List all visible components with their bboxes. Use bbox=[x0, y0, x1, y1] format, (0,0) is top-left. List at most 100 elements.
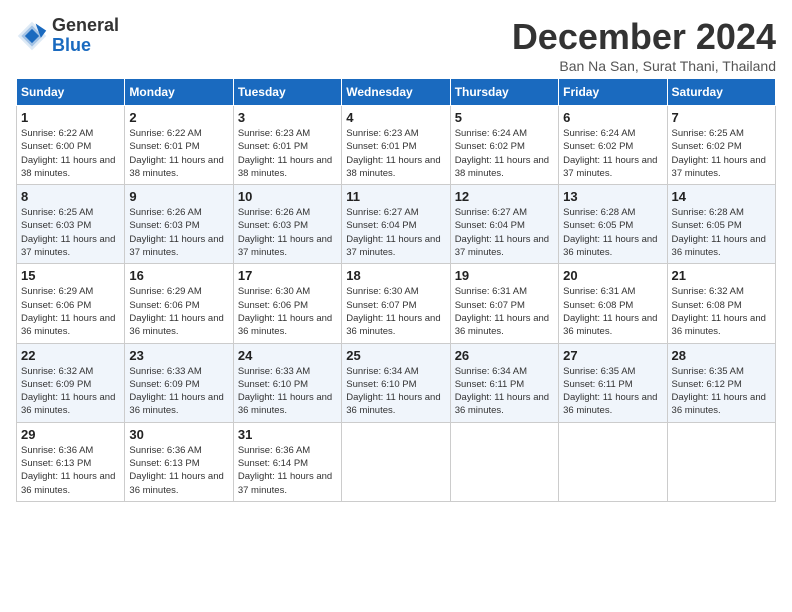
day-info: Sunrise: 6:36 AM Sunset: 6:13 PM Dayligh… bbox=[129, 444, 228, 497]
day-number: 18 bbox=[346, 268, 445, 283]
day-number: 1 bbox=[21, 110, 120, 125]
day-number: 27 bbox=[563, 348, 662, 363]
day-info: Sunrise: 6:22 AM Sunset: 6:00 PM Dayligh… bbox=[21, 127, 120, 180]
empty-cell bbox=[667, 422, 775, 501]
day-cell-24: 24 Sunrise: 6:33 AM Sunset: 6:10 PM Dayli… bbox=[233, 343, 341, 422]
logo-icon bbox=[16, 20, 48, 52]
calendar-week-row: 8 Sunrise: 6:25 AM Sunset: 6:03 PM Daylig… bbox=[17, 185, 776, 264]
day-info: Sunrise: 6:32 AM Sunset: 6:08 PM Dayligh… bbox=[672, 285, 771, 338]
month-title: December 2024 bbox=[512, 16, 776, 58]
day-info: Sunrise: 6:34 AM Sunset: 6:11 PM Dayligh… bbox=[455, 365, 554, 418]
day-info: Sunrise: 6:29 AM Sunset: 6:06 PM Dayligh… bbox=[21, 285, 120, 338]
col-friday: Friday bbox=[559, 79, 667, 106]
day-info: Sunrise: 6:26 AM Sunset: 6:03 PM Dayligh… bbox=[238, 206, 337, 259]
day-number: 23 bbox=[129, 348, 228, 363]
day-cell-13: 13Sunrise: 6:28 AM Sunset: 6:05 PM Dayli… bbox=[559, 185, 667, 264]
day-number: 17 bbox=[238, 268, 337, 283]
day-info: Sunrise: 6:36 AM Sunset: 6:14 PM Dayligh… bbox=[238, 444, 337, 497]
day-number: 7 bbox=[672, 110, 771, 125]
day-cell-1: 1 Sunrise: 6:22 AM Sunset: 6:00 PM Daylig… bbox=[17, 106, 125, 185]
calendar-week-row: 29 Sunrise: 6:36 AM Sunset: 6:13 PM Dayli… bbox=[17, 422, 776, 501]
day-info: Sunrise: 6:30 AM Sunset: 6:07 PM Dayligh… bbox=[346, 285, 445, 338]
day-info: Sunrise: 6:33 AM Sunset: 6:10 PM Dayligh… bbox=[238, 365, 337, 418]
day-cell-15: 15 Sunrise: 6:29 AM Sunset: 6:06 PM Dayli… bbox=[17, 264, 125, 343]
day-cell-10: 10 Sunrise: 6:26 AM Sunset: 6:03 PM Dayli… bbox=[233, 185, 341, 264]
day-info: Sunrise: 6:28 AM Sunset: 6:05 PM Dayligh… bbox=[672, 206, 771, 259]
day-info: Sunrise: 6:30 AM Sunset: 6:06 PM Dayligh… bbox=[238, 285, 337, 338]
day-cell-2: 2 Sunrise: 6:22 AM Sunset: 6:01 PM Daylig… bbox=[125, 106, 233, 185]
day-info: Sunrise: 6:24 AM Sunset: 6:02 PM Dayligh… bbox=[563, 127, 662, 180]
day-info: Sunrise: 6:29 AM Sunset: 6:06 PM Dayligh… bbox=[129, 285, 228, 338]
day-number: 16 bbox=[129, 268, 228, 283]
day-number: 11 bbox=[346, 189, 445, 204]
day-cell-21: 21 Sunrise: 6:32 AM Sunset: 6:08 PM Dayli… bbox=[667, 264, 775, 343]
page-header: General Blue December 2024 Ban Na San, S… bbox=[16, 16, 776, 74]
day-number: 12 bbox=[455, 189, 554, 204]
day-number: 15 bbox=[21, 268, 120, 283]
day-info: Sunrise: 6:32 AM Sunset: 6:09 PM Dayligh… bbox=[21, 365, 120, 418]
day-info: Sunrise: 6:23 AM Sunset: 6:01 PM Dayligh… bbox=[238, 127, 337, 180]
calendar-header-row: Sunday Monday Tuesday Wednesday Thursday… bbox=[17, 79, 776, 106]
day-info: Sunrise: 6:35 AM Sunset: 6:11 PM Dayligh… bbox=[563, 365, 662, 418]
day-info: Sunrise: 6:24 AM Sunset: 6:02 PM Dayligh… bbox=[455, 127, 554, 180]
day-cell-30: 30 Sunrise: 6:36 AM Sunset: 6:13 PM Dayli… bbox=[125, 422, 233, 501]
day-number: 29 bbox=[21, 427, 120, 442]
col-sunday: Sunday bbox=[17, 79, 125, 106]
day-info: Sunrise: 6:31 AM Sunset: 6:08 PM Dayligh… bbox=[563, 285, 662, 338]
day-cell-4: 4 Sunrise: 6:23 AM Sunset: 6:01 PM Daylig… bbox=[342, 106, 450, 185]
empty-cell bbox=[450, 422, 558, 501]
day-cell-9: 9Sunrise: 6:26 AM Sunset: 6:03 PM Daylig… bbox=[125, 185, 233, 264]
day-cell-25: 25Sunrise: 6:34 AM Sunset: 6:10 PM Dayli… bbox=[342, 343, 450, 422]
day-info: Sunrise: 6:25 AM Sunset: 6:02 PM Dayligh… bbox=[672, 127, 771, 180]
day-cell-17: 17 Sunrise: 6:30 AM Sunset: 6:06 PM Dayli… bbox=[233, 264, 341, 343]
day-info: Sunrise: 6:34 AM Sunset: 6:10 PM Dayligh… bbox=[346, 365, 445, 418]
day-number: 28 bbox=[672, 348, 771, 363]
calendar-week-row: 15 Sunrise: 6:29 AM Sunset: 6:06 PM Dayli… bbox=[17, 264, 776, 343]
day-cell-28: 28 Sunrise: 6:35 AM Sunset: 6:12 PM Dayli… bbox=[667, 343, 775, 422]
col-wednesday: Wednesday bbox=[342, 79, 450, 106]
day-number: 21 bbox=[672, 268, 771, 283]
day-cell-19: 19Sunrise: 6:31 AM Sunset: 6:07 PM Dayli… bbox=[450, 264, 558, 343]
day-number: 19 bbox=[455, 268, 554, 283]
day-number: 20 bbox=[563, 268, 662, 283]
day-number: 10 bbox=[238, 189, 337, 204]
day-number: 24 bbox=[238, 348, 337, 363]
col-thursday: Thursday bbox=[450, 79, 558, 106]
day-info: Sunrise: 6:25 AM Sunset: 6:03 PM Dayligh… bbox=[21, 206, 120, 259]
day-number: 3 bbox=[238, 110, 337, 125]
col-monday: Monday bbox=[125, 79, 233, 106]
day-info: Sunrise: 6:23 AM Sunset: 6:01 PM Dayligh… bbox=[346, 127, 445, 180]
day-cell-27: 27 Sunrise: 6:35 AM Sunset: 6:11 PM Dayli… bbox=[559, 343, 667, 422]
day-number: 13 bbox=[563, 189, 662, 204]
day-info: Sunrise: 6:35 AM Sunset: 6:12 PM Dayligh… bbox=[672, 365, 771, 418]
day-number: 4 bbox=[346, 110, 445, 125]
day-cell-6: 6Sunrise: 6:24 AM Sunset: 6:02 PM Daylig… bbox=[559, 106, 667, 185]
title-block: December 2024 Ban Na San, Surat Thani, T… bbox=[512, 16, 776, 74]
day-cell-11: 11 Sunrise: 6:27 AM Sunset: 6:04 PM Dayli… bbox=[342, 185, 450, 264]
day-number: 2 bbox=[129, 110, 228, 125]
day-info: Sunrise: 6:36 AM Sunset: 6:13 PM Dayligh… bbox=[21, 444, 120, 497]
day-info: Sunrise: 6:26 AM Sunset: 6:03 PM Dayligh… bbox=[129, 206, 228, 259]
day-info: Sunrise: 6:27 AM Sunset: 6:04 PM Dayligh… bbox=[455, 206, 554, 259]
day-cell-22: 22Sunrise: 6:32 AM Sunset: 6:09 PM Dayli… bbox=[17, 343, 125, 422]
day-number: 14 bbox=[672, 189, 771, 204]
day-cell-29: 29 Sunrise: 6:36 AM Sunset: 6:13 PM Dayli… bbox=[17, 422, 125, 501]
day-cell-26: 26Sunrise: 6:34 AM Sunset: 6:11 PM Dayli… bbox=[450, 343, 558, 422]
empty-cell bbox=[342, 422, 450, 501]
day-number: 31 bbox=[238, 427, 337, 442]
day-info: Sunrise: 6:27 AM Sunset: 6:04 PM Dayligh… bbox=[346, 206, 445, 259]
col-saturday: Saturday bbox=[667, 79, 775, 106]
empty-cell bbox=[559, 422, 667, 501]
day-cell-16: 16 Sunrise: 6:29 AM Sunset: 6:06 PM Dayli… bbox=[125, 264, 233, 343]
day-cell-23: 23Sunrise: 6:33 AM Sunset: 6:09 PM Dayli… bbox=[125, 343, 233, 422]
day-cell-3: 3 Sunrise: 6:23 AM Sunset: 6:01 PM Daylig… bbox=[233, 106, 341, 185]
logo: General Blue bbox=[16, 16, 119, 56]
day-number: 8 bbox=[21, 189, 120, 204]
day-info: Sunrise: 6:22 AM Sunset: 6:01 PM Dayligh… bbox=[129, 127, 228, 180]
day-cell-5: 5Sunrise: 6:24 AM Sunset: 6:02 PM Daylig… bbox=[450, 106, 558, 185]
day-cell-8: 8 Sunrise: 6:25 AM Sunset: 6:03 PM Daylig… bbox=[17, 185, 125, 264]
day-number: 30 bbox=[129, 427, 228, 442]
subtitle: Ban Na San, Surat Thani, Thailand bbox=[512, 58, 776, 74]
calendar-week-row: 22Sunrise: 6:32 AM Sunset: 6:09 PM Dayli… bbox=[17, 343, 776, 422]
col-tuesday: Tuesday bbox=[233, 79, 341, 106]
